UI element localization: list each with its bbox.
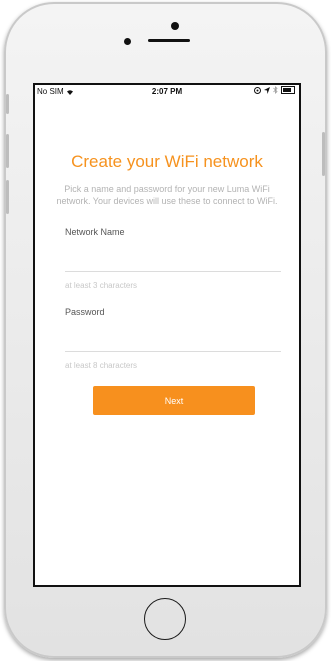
navigation-arrow-icon [264,86,270,94]
silent-switch [6,94,9,114]
status-icons [254,86,295,94]
earpiece-speaker [148,39,190,42]
volume-down-button [6,180,9,214]
page-title: Create your WiFi network [71,152,263,171]
power-button [322,132,325,176]
network-name-label: Network Name [65,227,125,237]
next-button[interactable]: Next [93,386,255,415]
password-hint: at least 8 characters [65,361,138,370]
status-bar: No SIM 2:07 PM [35,85,299,99]
battery-icon [281,86,295,94]
network-name-hint: at least 3 characters [65,281,138,290]
volume-up-button [6,134,9,168]
home-button[interactable] [144,598,186,640]
app-screen: No SIM 2:07 PM Create your WiFi network … [33,83,301,587]
password-input[interactable] [65,337,281,352]
network-name-input[interactable] [65,257,281,272]
front-camera [171,22,179,30]
proximity-sensor [124,38,131,45]
location-icon [254,86,261,94]
page-subtitle: Pick a name and password for your new Lu… [56,184,278,206]
password-label: Password [65,307,105,317]
bluetooth-icon [273,86,278,94]
